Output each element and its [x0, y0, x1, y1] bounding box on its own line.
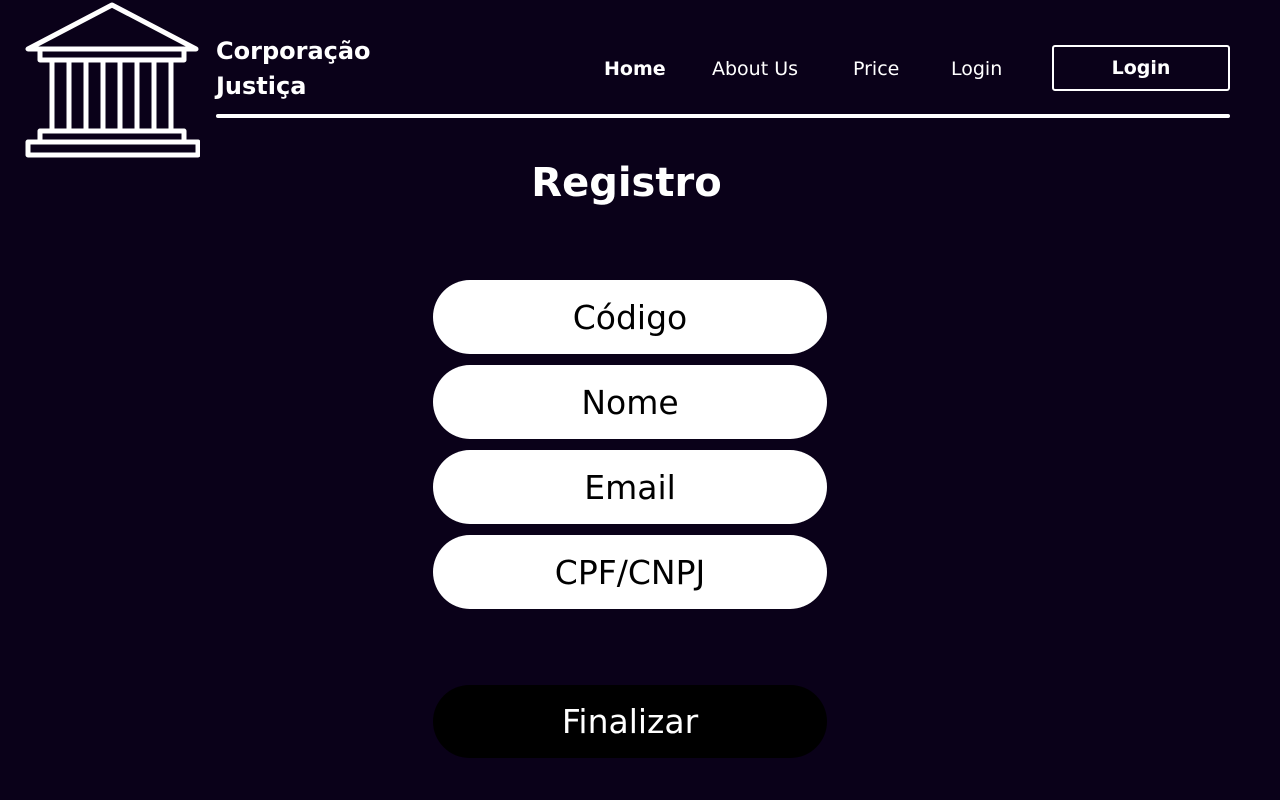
page-title: Registro [531, 160, 722, 206]
brand-name-line-2: Justiça [216, 72, 307, 100]
codigo-field[interactable] [433, 280, 827, 354]
brand-name-line-1: Corporação [216, 37, 371, 65]
email-field[interactable] [433, 450, 827, 524]
nav-login-link[interactable]: Login [951, 56, 1002, 82]
courthouse-icon [25, 2, 200, 158]
nav-about-us-link[interactable]: About Us [712, 56, 798, 82]
brand-name: Corporação Justiça [216, 34, 416, 104]
login-button[interactable]: Login [1052, 45, 1230, 91]
nav-home-link[interactable]: Home [604, 56, 666, 82]
cpf-cnpj-field[interactable] [433, 535, 827, 609]
header-divider [216, 114, 1230, 118]
nome-field[interactable] [433, 365, 827, 439]
nav-price-link[interactable]: Price [853, 56, 899, 82]
finalizar-button[interactable]: Finalizar [433, 685, 827, 758]
